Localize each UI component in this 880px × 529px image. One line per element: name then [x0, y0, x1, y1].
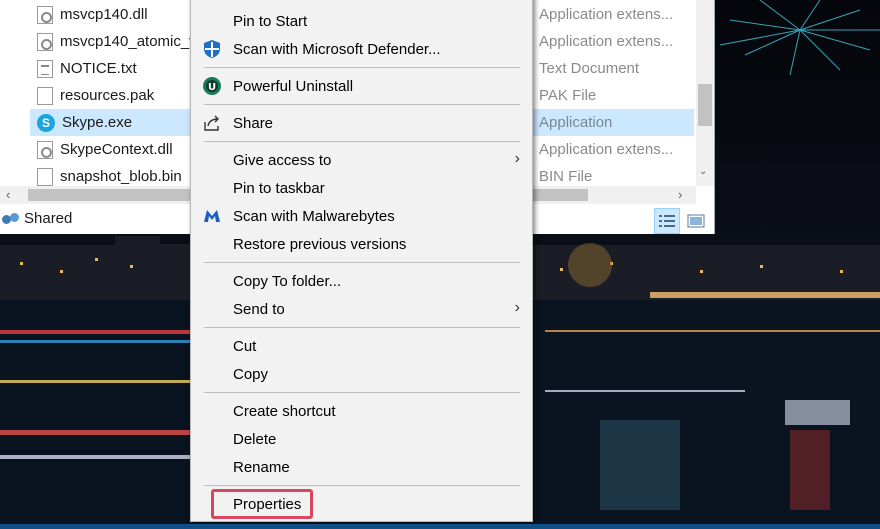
- details-view-button[interactable]: [654, 208, 680, 234]
- menu-item-label: Send to: [233, 300, 285, 318]
- menu-item-label: Create shortcut: [233, 402, 336, 420]
- uninstall-icon: U: [203, 77, 221, 95]
- menu-item-label: Scan with Microsoft Defender...: [233, 40, 441, 58]
- details-view-icon: [659, 215, 675, 227]
- menu-item-scan-malwarebytes[interactable]: Scan with Malwarebytes: [191, 202, 532, 230]
- menu-separator: [204, 485, 520, 486]
- menu-item-label: Cut: [233, 337, 257, 355]
- file-type: Application extens...: [539, 33, 674, 50]
- menu-item-share[interactable]: Share: [191, 109, 532, 137]
- menu-separator: [204, 104, 520, 105]
- defender-shield-icon: [204, 40, 220, 58]
- file-name: Skype.exe: [62, 114, 133, 131]
- menu-item-label: Share: [233, 114, 274, 132]
- menu-separator: [204, 262, 520, 263]
- dll-file-icon: [37, 140, 53, 159]
- menu-item-cut[interactable]: Cut: [191, 332, 532, 360]
- vertical-scrollbar[interactable]: ⌄: [696, 0, 714, 186]
- menu-item-send-to[interactable]: Send to ›: [191, 295, 532, 323]
- file-name-cell[interactable]: SkypeContext.dll: [30, 136, 192, 163]
- file-type: BIN File: [539, 168, 593, 185]
- share-icon: [204, 115, 219, 131]
- text-file-icon: [37, 59, 53, 78]
- menu-separator: [204, 67, 520, 68]
- file-name: resources.pak: [60, 87, 155, 104]
- menu-item-label: Delete: [233, 430, 277, 448]
- menu-item-give-access[interactable]: Give access to ›: [191, 146, 532, 174]
- scroll-right-icon[interactable]: ›: [678, 187, 682, 202]
- scroll-left-icon[interactable]: ‹: [6, 187, 10, 202]
- file-name-cell[interactable]: resources.pak: [30, 82, 192, 109]
- menu-separator: [204, 392, 520, 393]
- scroll-down-icon[interactable]: ⌄: [699, 166, 707, 177]
- menu-item-label: Scan with Malwarebytes: [233, 207, 395, 225]
- file-name: msvcp140.dll: [60, 6, 148, 23]
- file-name-cell[interactable]: NOTICE.txt: [30, 55, 192, 82]
- menu-item-pin-to-taskbar[interactable]: Pin to taskbar: [191, 174, 532, 202]
- shared-label: Shared: [24, 210, 73, 227]
- menu-separator: [204, 327, 520, 328]
- file-type: Application extens...: [539, 6, 674, 23]
- menu-item-label: Powerful Uninstall: [233, 77, 354, 95]
- file-name: msvcp140_atomic_w: [60, 33, 201, 50]
- file-name: NOTICE.txt: [60, 60, 137, 77]
- menu-item-label: Rename: [233, 458, 290, 476]
- large-icons-view-icon: [687, 214, 705, 228]
- menu-item-copy-to-folder[interactable]: Copy To folder...: [191, 267, 532, 295]
- dll-file-icon: [37, 32, 53, 51]
- menu-item-label: Copy: [233, 365, 269, 383]
- menu-separator: [204, 141, 520, 142]
- blank-file-icon: [37, 167, 53, 186]
- skype-icon: S: [37, 113, 55, 132]
- submenu-arrow-icon: ›: [514, 150, 520, 167]
- file-type: Application: [532, 109, 694, 136]
- properties-highlight-box: [211, 489, 313, 519]
- menu-item-powerful-uninstall[interactable]: U Powerful Uninstall: [191, 72, 532, 100]
- dll-file-icon: [37, 5, 53, 24]
- vertical-scroll-thumb[interactable]: [698, 84, 712, 126]
- shared-status: Shared: [2, 210, 72, 227]
- menu-item-label: Give access to: [233, 151, 332, 169]
- menu-item-delete[interactable]: Delete: [191, 425, 532, 453]
- menu-item-restore-versions[interactable]: Restore previous versions: [191, 230, 532, 258]
- menu-item-copy[interactable]: Copy: [191, 360, 532, 388]
- users-icon: [2, 211, 20, 227]
- context-menu: Pin to Start Scan with Microsoft Defende…: [190, 0, 533, 522]
- file-type: Application extens...: [539, 141, 674, 158]
- submenu-arrow-icon: ›: [514, 299, 520, 316]
- menu-item-label: Pin to Start: [233, 12, 308, 30]
- file-name-cell[interactable]: S Skype.exe: [30, 109, 192, 136]
- file-name-cell[interactable]: snapshot_blob.bin: [30, 163, 192, 186]
- large-icons-view-button[interactable]: [683, 208, 709, 234]
- file-name: snapshot_blob.bin: [60, 168, 182, 185]
- file-name: SkypeContext.dll: [60, 141, 173, 158]
- menu-item-create-shortcut[interactable]: Create shortcut: [191, 397, 532, 425]
- file-name-cell[interactable]: msvcp140.dll: [30, 1, 192, 28]
- menu-item-rename[interactable]: Rename: [191, 453, 532, 481]
- taskbar-edge: [0, 524, 880, 529]
- menu-item-label: Copy To folder...: [233, 272, 342, 290]
- file-type: Text Document: [539, 60, 640, 77]
- malwarebytes-icon: [204, 210, 220, 222]
- file-name-cell[interactable]: msvcp140_atomic_w: [30, 28, 200, 55]
- svg-text:U: U: [208, 82, 216, 93]
- menu-item-pin-to-start[interactable]: Pin to Start: [191, 7, 532, 35]
- blank-file-icon: [37, 86, 53, 105]
- menu-item-label: Restore previous versions: [233, 235, 407, 253]
- menu-item-label: Pin to taskbar: [233, 179, 325, 197]
- menu-item-scan-defender[interactable]: Scan with Microsoft Defender...: [191, 35, 532, 63]
- file-type: PAK File: [539, 87, 597, 104]
